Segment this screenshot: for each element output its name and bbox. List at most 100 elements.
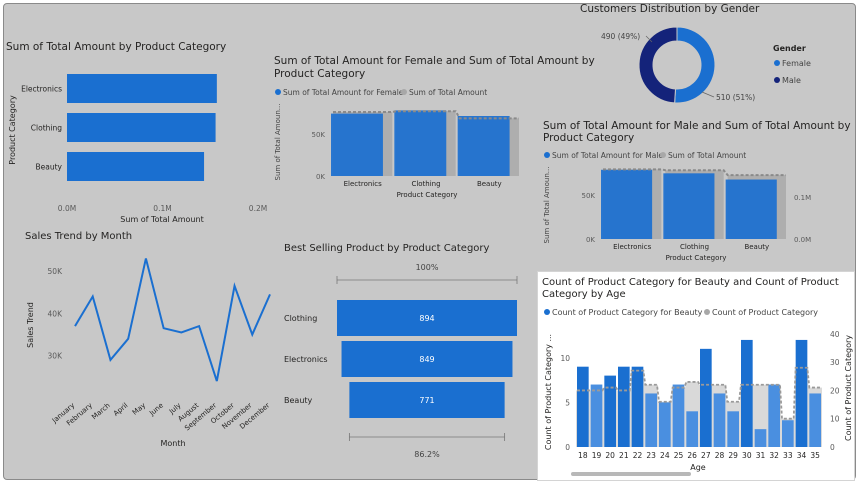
category-bar[interactable] [67,74,217,103]
combo-bar-gender[interactable] [457,116,510,176]
age-bar[interactable] [618,366,630,447]
age-x-tick: 33 [783,451,793,460]
age-bar[interactable] [713,393,726,447]
female-legend-swatch-2 [401,89,407,95]
category-bar-chart[interactable]: Sum of Total Amount by Product Category … [6,41,267,224]
female-combo-xlabel: Product Category [397,191,458,199]
sales-trend-title: Sales Trend by Month [25,231,132,242]
age-bar[interactable] [686,411,698,447]
age-bar[interactable] [754,429,767,447]
combo-x-tick: Beauty [744,243,769,251]
female-legend-label-1: Sum of Total Amount for Female [283,88,404,97]
age-bar[interactable] [809,393,821,447]
female-combo-title-2: Product Category [274,68,365,80]
sales-trend-chart[interactable]: Sales Trend by Month Sales Trend Month 3… [25,231,271,448]
donut-slice-male[interactable] [638,26,678,104]
sales-x-tick: May [131,401,147,416]
gender-donut-chart[interactable]: Customers Distribution by Gender 490 (49… [580,3,811,104]
category-bar-ylabel: Product Category [8,95,17,165]
age-bar[interactable] [768,384,780,447]
sales-trend-xlabel: Month [160,439,185,448]
age-x-tick: 20 [605,451,615,460]
age-x-tick: 31 [756,451,766,460]
funnel-bottom-label: 86.2% [414,450,440,459]
age-y-tick-left: 5 [565,398,570,407]
age-x-tick: 25 [674,451,684,460]
funnel-chart[interactable]: Best Selling Product by Product Category… [284,243,518,459]
male-legend-label-1: Sum of Total Amount for Male [552,151,663,160]
donut-leader-line [701,91,715,98]
sales-trend-line[interactable] [74,258,271,382]
age-combo-chart[interactable]: Count of Product Category for Beauty and… [542,277,853,476]
combo-x-tick: Clothing [411,180,440,188]
age-bar[interactable] [782,420,794,447]
age-combo-xlabel: Age [690,463,706,472]
age-bar[interactable] [590,384,603,447]
female-combo-title-1: Sum of Total Amount for Female and Sum o… [274,55,595,67]
age-bar[interactable] [741,339,753,447]
male-combo-chart[interactable]: Sum of Total Amount for Male and Sum of … [543,120,851,262]
age-y-tick-left: 10 [560,354,570,363]
age-x-tick: 21 [619,451,629,460]
age-bar[interactable] [659,402,671,447]
age-x-tick: 22 [633,451,643,460]
age-y-tick-right: 10 [830,415,840,424]
age-y-tick-right: 40 [830,330,840,339]
category-bar-x-tick: 0.2M [249,204,267,213]
horizontal-scrollbar[interactable] [571,472,691,476]
age-x-tick: 27 [701,451,711,460]
age-bar[interactable] [577,366,589,447]
combo-y-tick-right: 0.0M [794,236,811,244]
combo-bar-gender[interactable] [725,179,777,239]
age-bar[interactable] [604,375,616,447]
sales-y-tick: 50K [48,267,64,276]
donut-legend-male[interactable]: Male [782,76,801,85]
female-legend-swatch-1 [275,89,281,95]
category-bar-tick-label: Clothing [31,124,62,133]
category-bar[interactable] [67,113,216,142]
donut-legend-female[interactable]: Female [782,59,811,68]
age-bar[interactable] [645,393,657,447]
age-combo-title-2: Category by Age [542,289,626,300]
category-bar-tick-label: Beauty [36,163,63,172]
female-combo-ylabel: Sum of Total Amoun... [274,104,282,181]
funnel-category-label: Electronics [284,355,328,364]
male-combo-ylabel: Sum of Total Amoun... [543,167,551,244]
male-combo-xlabel: Product Category [666,254,727,262]
combo-bar-gender[interactable] [601,169,653,239]
combo-y-tick: 0K [586,236,595,244]
combo-y-tick-right: 0.1M [794,194,811,202]
age-y-tick-left: 0 [565,443,570,452]
sales-y-tick: 30K [48,352,64,361]
category-bar-tick-label: Electronics [21,85,62,94]
combo-bar-gender[interactable] [394,110,447,176]
donut-legend-title: Gender [773,44,806,53]
sales-x-tick: June [147,401,165,418]
age-y-tick-right: 30 [830,358,840,367]
funnel-value-label: 894 [419,314,434,323]
age-combo-ylabel-left: Count of Product Category ... [544,334,553,450]
age-x-tick: 18 [578,451,588,460]
combo-bar-gender[interactable] [663,173,715,239]
sales-x-tick: March [90,401,111,421]
combo-y-tick: 50K [312,131,326,139]
male-legend-swatch-1 [544,152,550,158]
funnel-top-label: 100% [416,263,439,272]
age-x-tick: 34 [797,451,807,460]
female-legend-label-2: Sum of Total Amount [409,88,487,97]
age-bar[interactable] [700,348,712,447]
age-bar[interactable] [672,384,685,447]
male-combo-title-1: Sum of Total Amount for Male and Sum of … [543,120,851,132]
age-bar[interactable] [727,411,739,447]
category-bar[interactable] [67,152,205,181]
donut-label-female: 510 (51%) [716,93,755,102]
age-bar[interactable] [631,366,644,447]
age-x-tick: 35 [810,451,820,460]
combo-bar-gender[interactable] [331,113,383,176]
combo-y-tick: 0K [316,173,325,181]
age-bar[interactable] [795,339,808,447]
age-x-tick: 32 [769,451,779,460]
donut-legend-swatch-female [774,60,780,66]
category-bar-xlabel: Sum of Total Amount [120,215,203,224]
donut-slice-female[interactable] [674,26,716,104]
